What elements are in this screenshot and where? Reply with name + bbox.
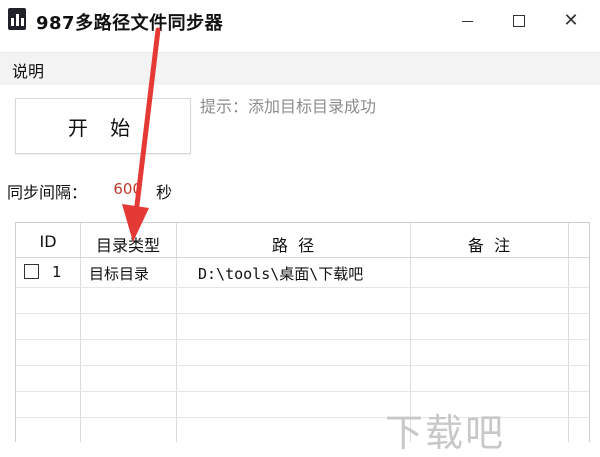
row-divider: [16, 339, 589, 340]
app-icon: [8, 8, 26, 30]
window-title: 987多路径文件同步器: [36, 13, 224, 34]
row-checkbox[interactable]: [24, 264, 39, 279]
row-divider: [16, 391, 589, 392]
row-type: 目标目录: [89, 265, 150, 283]
menu-item-help[interactable]: 说明: [12, 58, 44, 82]
row-divider: [16, 365, 589, 366]
maximize-button[interactable]: [496, 6, 542, 36]
interval-input[interactable]: [96, 174, 146, 204]
row-path: D:\tools\桌面\下载吧: [198, 265, 364, 283]
title-bar: 987多路径文件同步器 ✕: [0, 0, 600, 44]
interval-unit: 秒: [156, 183, 173, 202]
row-id: 1: [52, 263, 62, 281]
row-divider: [16, 287, 589, 288]
column-divider: [568, 223, 569, 442]
minimize-icon: [461, 20, 473, 22]
interval-label: 同步间隔：: [7, 183, 88, 202]
maximize-icon: [513, 15, 525, 27]
close-button[interactable]: ✕: [548, 6, 594, 36]
column-header-note[interactable]: 备 注: [410, 232, 568, 256]
start-button[interactable]: 开 始: [15, 98, 191, 154]
column-header-id[interactable]: ID: [16, 232, 80, 251]
row-divider: [16, 313, 589, 314]
close-icon: ✕: [563, 10, 579, 31]
column-header-path[interactable]: 路 径: [176, 232, 410, 256]
status-hint: 提示：添加目标目录成功: [200, 97, 377, 116]
minimize-button[interactable]: [444, 6, 490, 36]
column-header-type[interactable]: 目录类型: [80, 232, 176, 256]
watermark: 下载吧: [385, 411, 506, 455]
header-divider: [16, 257, 589, 258]
menu-bar: 说明: [0, 52, 600, 85]
